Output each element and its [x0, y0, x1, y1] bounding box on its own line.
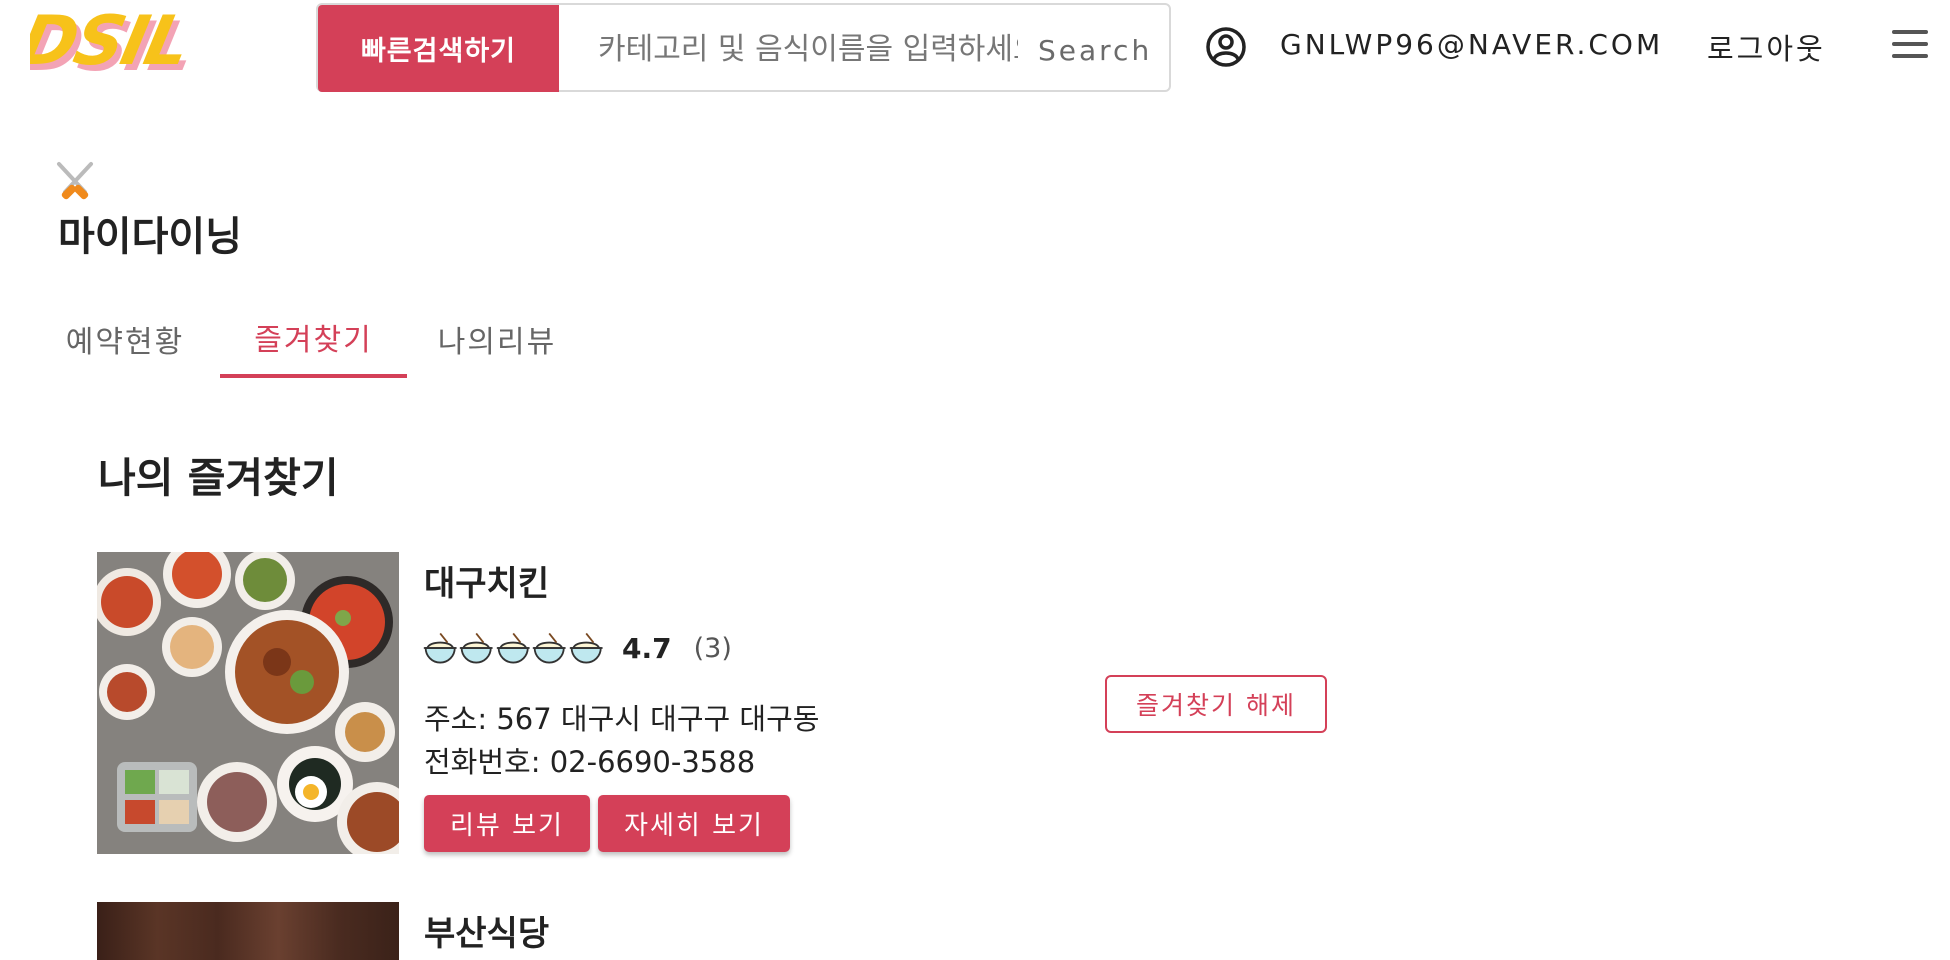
tab-favorites[interactable]: 즐겨찾기 [220, 300, 407, 378]
search-button[interactable]: Search [1018, 31, 1153, 71]
favorite-card: 대구치킨 4.7 (3) 주소: 567 대구시 대구구 대구동 전화번호: 0… [97, 552, 1347, 862]
review-count: (3) [693, 632, 732, 664]
restaurant-phone: 전화번호: 02-6690-3588 [424, 745, 756, 779]
hamburger-menu-icon[interactable] [1892, 30, 1928, 60]
rice-bowl-icon [423, 632, 457, 664]
favorites-section-title: 나의 즐겨찾기 [98, 454, 339, 502]
favorite-card: 부산식당 [97, 902, 1347, 960]
rating-score: 4.7 [622, 631, 672, 665]
remove-favorite-button[interactable]: 즐겨찾기 해제 [1105, 675, 1327, 733]
view-details-button[interactable]: 자세히 보기 [598, 795, 790, 852]
restaurant-address: 주소: 567 대구시 대구구 대구동 [424, 702, 820, 736]
tab-my-reviews[interactable]: 나의리뷰 [412, 300, 582, 378]
view-reviews-button[interactable]: 리뷰 보기 [424, 795, 590, 852]
restaurant-photo[interactable] [97, 552, 399, 854]
logout-link[interactable]: 로그아웃 [1707, 26, 1826, 68]
quick-search-button[interactable]: 빠른검색하기 [318, 5, 559, 92]
top-header: DSIL DSIL 빠른검색하기 Search GNLWP96@NAVER.CO… [0, 0, 1950, 100]
restaurant-name[interactable]: 대구치킨 [424, 556, 549, 605]
rating-row: 4.7 (3) [422, 626, 732, 670]
rice-bowl-icon [569, 632, 603, 664]
user-email[interactable]: GNLWP96@NAVER.COM [1280, 28, 1663, 61]
rating-bowls [422, 628, 604, 668]
rice-bowl-icon [533, 632, 566, 664]
page-title: 마이다이닝 [58, 214, 242, 260]
search-bar: 빠른검색하기 Search [316, 3, 1318, 92]
restaurant-name[interactable]: 부산식당 [424, 906, 549, 955]
dsil-logo[interactable]: DSIL DSIL [13, 0, 230, 90]
svg-text:DSIL: DSIL [30, 2, 196, 81]
rice-bowl-icon [496, 632, 530, 664]
restaurant-photo[interactable] [97, 902, 399, 960]
user-circle-icon[interactable] [1205, 26, 1247, 68]
fork-spoon-icon [55, 160, 99, 200]
tab-reservations[interactable]: 예약현황 [40, 300, 210, 378]
rice-bowl-icon [460, 632, 493, 664]
